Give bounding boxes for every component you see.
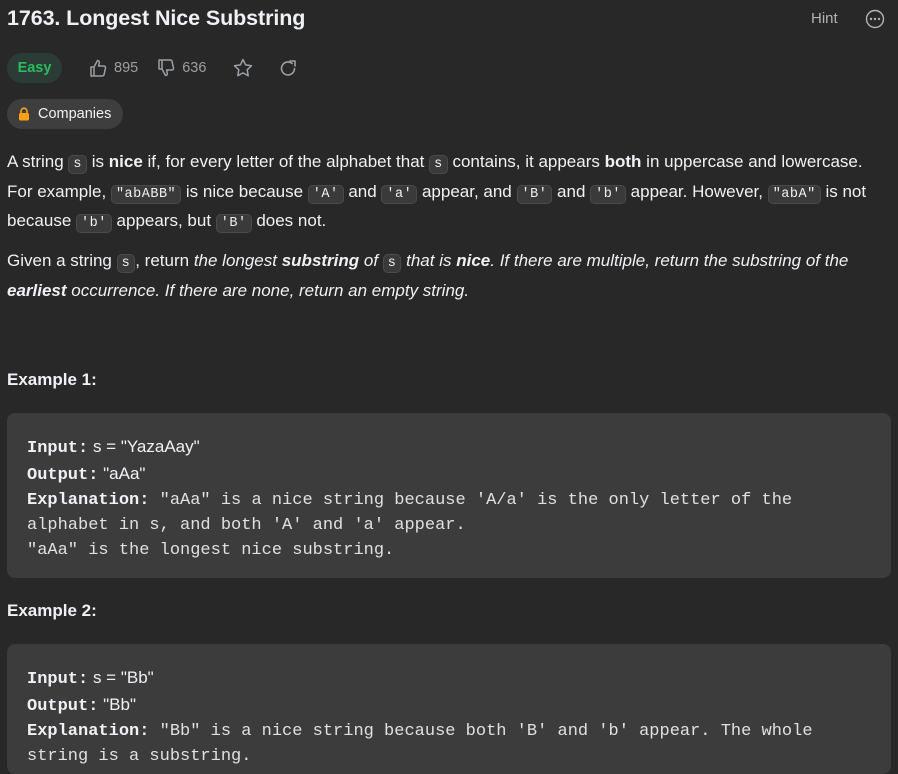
bold-text: both <box>604 152 642 171</box>
star-icon[interactable] <box>232 57 254 79</box>
italic-text: occurrence. If there are none, return an… <box>66 280 470 300</box>
example-2-box: Input: s = "Bb" Output: "Bb" Explanation… <box>7 644 891 774</box>
output-label: Output: <box>27 466 99 485</box>
italic-text: the longest <box>193 251 282 270</box>
dislike-count: 636 <box>182 60 207 76</box>
bold-text: nice <box>108 152 143 171</box>
dislike-button[interactable]: 636 <box>156 58 206 78</box>
text-run: if, for every letter of the alphabet tha… <box>142 152 430 171</box>
text-run: Given a string <box>7 251 117 270</box>
italic-text: . If there are multiple, return the subs… <box>490 251 849 270</box>
inline-code: "abA" <box>767 184 821 204</box>
like-button[interactable]: 895 <box>88 58 138 78</box>
example-1-box: Input: s = "YazaAay" Output: "aAa" Expla… <box>7 413 891 578</box>
difficulty-badge: Easy <box>7 53 62 83</box>
explanation-text: "aAa" is the longest nice substring. <box>27 541 395 560</box>
text-run: appear. However, <box>625 181 768 201</box>
example-1-title: Example 1: <box>7 370 97 389</box>
inline-code: 'B' <box>215 214 252 233</box>
bold-italic-text: nice <box>456 251 491 270</box>
companies-button[interactable]: Companies <box>7 99 123 129</box>
inline-code: s <box>382 254 402 273</box>
description-paragraph-1: A string s is nice if, for every letter … <box>7 149 892 238</box>
text-run: contains, it appears <box>447 152 605 171</box>
input-label: Input: <box>27 439 89 458</box>
output-value: "Bb" <box>98 695 137 714</box>
example-2-title: Example 2: <box>7 601 97 620</box>
more-icon[interactable] <box>865 9 885 29</box>
explanation-label: Explanation: <box>27 491 150 510</box>
text-run: , return <box>135 251 194 270</box>
text-run: A string <box>7 152 69 171</box>
text-run: and <box>343 181 382 201</box>
thumbs-up-icon <box>90 59 107 77</box>
italic-text: that is <box>401 251 457 270</box>
inline-code: 'B' <box>516 184 553 204</box>
italic-text: of <box>359 251 383 270</box>
inline-code: 'b' <box>76 214 112 233</box>
companies-label: Companies <box>38 106 112 122</box>
description-paragraph-2: Given a string s, return the longest sub… <box>7 248 892 304</box>
inline-code: 'a' <box>381 184 418 204</box>
inline-code: s <box>68 155 88 174</box>
input-label: Input: <box>27 670 89 689</box>
lock-icon <box>19 107 29 121</box>
input-value: s = "YazaAay" <box>88 437 200 456</box>
bold-italic-text: earliest <box>7 280 67 300</box>
text-run: is nice because <box>181 181 308 201</box>
explanation-label: Explanation: <box>27 722 150 741</box>
share-icon[interactable] <box>278 58 298 78</box>
inline-code: 'A' <box>307 184 344 204</box>
inline-code: s <box>116 254 136 273</box>
output-label: Output: <box>27 697 99 716</box>
bold-italic-text: substring <box>281 251 360 270</box>
like-count: 895 <box>114 60 139 76</box>
text-run: appear, and <box>417 181 517 201</box>
text-run: is <box>87 152 109 171</box>
problem-title: 1763. Longest Nice Substring <box>7 6 306 30</box>
text-run: and <box>552 181 591 201</box>
inline-code: "abABB" <box>110 184 182 204</box>
hint-button[interactable]: Hint <box>811 10 838 27</box>
inline-code: 'b' <box>590 184 626 204</box>
output-value: "aAa" <box>98 464 146 483</box>
text-run: appears, but <box>111 211 216 230</box>
problem-meta: Easy 895 636 <box>7 52 298 84</box>
inline-code: s <box>429 155 448 174</box>
thumbs-down-icon <box>158 59 175 77</box>
text-run: does not. <box>251 211 327 230</box>
input-value: s = "Bb" <box>88 668 154 687</box>
